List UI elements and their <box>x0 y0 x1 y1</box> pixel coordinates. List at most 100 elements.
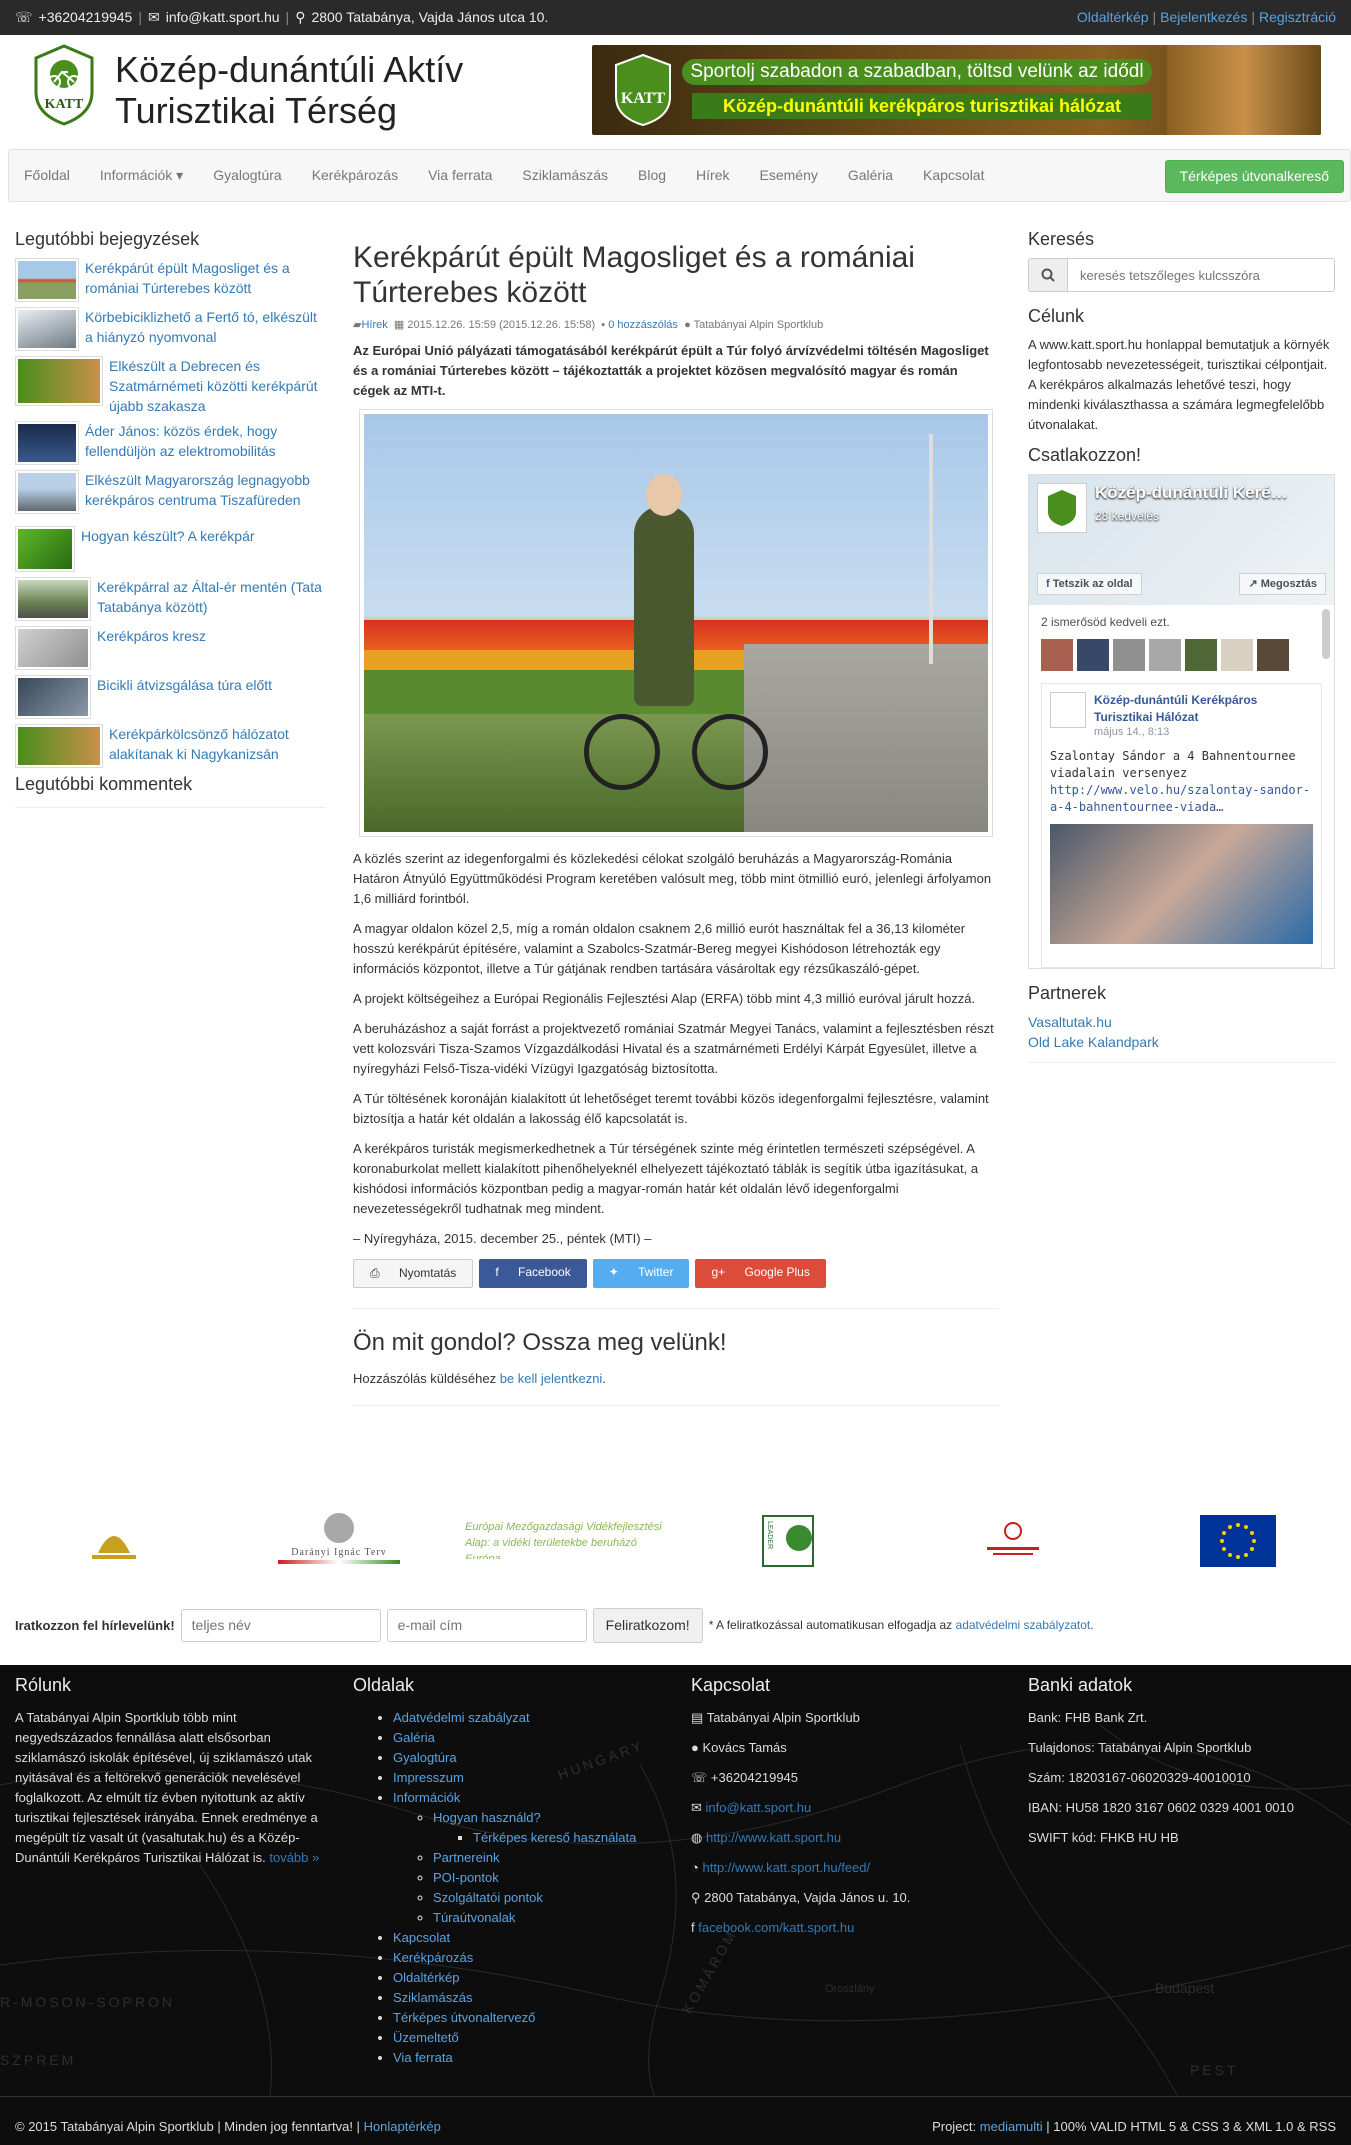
article-paragraph: A magyar oldalon közel 2,5, míg a román … <box>353 921 966 976</box>
footer-page-link[interactable]: POI-pontok <box>433 1870 499 1885</box>
footer-page-link[interactable]: Üzemeltető <box>393 2030 459 2045</box>
eafrd-logo[interactable]: Európai Mezőgazdasági Vidékfejlesztési A… <box>465 1519 665 1559</box>
nav-home[interactable]: Főoldal <box>9 150 85 201</box>
nav-events[interactable]: Esemény <box>745 150 833 201</box>
site-title[interactable]: Közép-dunántúli Aktív Turisztikai Térség <box>115 49 463 131</box>
search-group <box>1028 258 1335 292</box>
twitter-share-button[interactable]: ✦ Twitter <box>592 1259 690 1288</box>
fb-share-button[interactable]: ↗ Megosztás <box>1239 573 1326 595</box>
top-email[interactable]: info@katt.sport.hu <box>166 9 280 26</box>
footer-email-link[interactable]: info@katt.sport.hu <box>706 1800 812 1815</box>
recent-post[interactable]: Kerékpárral az Által-ér mentén (Tata Tat… <box>15 577 325 621</box>
search-icon[interactable] <box>1028 258 1067 292</box>
leader-logo[interactable]: LEADER <box>762 1515 814 1567</box>
login-link[interactable]: Bejelentkezés <box>1160 9 1247 25</box>
footer-rss-link[interactable]: http://www.katt.sport.hu/feed/ <box>702 1860 870 1875</box>
footer-page-link[interactable]: Partnereink <box>433 1850 499 1865</box>
fb-scrollbar[interactable] <box>1322 609 1330 659</box>
print-button[interactable]: ⎙ Nyomtatás <box>353 1259 474 1288</box>
register-link[interactable]: Regisztráció <box>1259 9 1336 25</box>
footer-page-link[interactable]: Információk <box>393 1790 460 1805</box>
search-title: Keresés <box>1028 229 1095 249</box>
footer-page-link[interactable]: Via ferrata <box>393 2050 453 2065</box>
login-to-comment-link[interactable]: be kell jelentkezni <box>500 1371 603 1386</box>
recent-post[interactable]: Kerékpárút épült Magosliget és a románia… <box>15 258 325 302</box>
map-route-planner-button[interactable]: Térképes útvonalkereső <box>1164 160 1344 193</box>
sitemap-link[interactable]: Oldaltérkép <box>1077 9 1149 25</box>
fb-post-link[interactable]: http://www.velo.hu/szalontay-sandor-a-4-… <box>1050 782 1313 816</box>
fb-page-avatar[interactable] <box>1037 483 1087 533</box>
fb-post-author[interactable]: Közép-dunántúli Kerékpáros Turisztikai H… <box>1094 692 1313 726</box>
top-phone: +36204219945 <box>38 9 133 25</box>
footer-page-link[interactable]: Impresszum <box>393 1770 464 1785</box>
footer-page-link[interactable]: Szolgáltatói pontok <box>433 1890 543 1905</box>
footer-page-link[interactable]: Térképes útvonaltervező <box>393 2010 535 2025</box>
fb-post-date[interactable]: május 14., 8:13 <box>1094 726 1313 738</box>
nav-info[interactable]: Információk ▾ <box>85 150 198 201</box>
footer-page-link[interactable]: Adatvédelmi szabályzat <box>393 1710 530 1725</box>
recent-post[interactable]: Kerékpáros kresz <box>15 626 325 670</box>
nav-blog[interactable]: Blog <box>623 150 681 201</box>
footer-page-link[interactable]: Kerékpározás <box>393 1950 473 1965</box>
footer-page-link[interactable]: Oldaltérkép <box>393 1970 459 1985</box>
recent-post[interactable]: Körbebiciklizhető a Fertő tó, elkészült … <box>15 307 325 351</box>
nav-news[interactable]: Hírek <box>681 150 744 201</box>
newsletter-email-input[interactable] <box>386 1608 587 1642</box>
footer-page-link[interactable]: Gyalogtúra <box>393 1750 457 1765</box>
sitemap-footer-link[interactable]: Honlaptérkép <box>364 2119 441 2134</box>
footer-page-link[interactable]: Hogyan használd? <box>433 1810 541 1825</box>
fb-post: Közép-dunántúli Kerékpáros Turisztikai H… <box>1041 683 1322 968</box>
partner-link[interactable]: Old Lake Kalandpark <box>1028 1032 1335 1052</box>
eu-flag-logo[interactable] <box>1200 1515 1276 1567</box>
recent-post[interactable]: Kerékpárkölcsönző hálózatot alakítanak k… <box>15 724 325 768</box>
nav-contact[interactable]: Kapcsolat <box>908 150 999 201</box>
footer-facebook-link[interactable]: facebook.com/katt.sport.hu <box>698 1920 854 1935</box>
briefcase-icon: ▤ <box>691 1710 704 1725</box>
fb-like-button[interactable]: f Tetszik az oldal <box>1037 573 1142 595</box>
daranyi-ignac-logo[interactable]: Darányi Ignác Terv <box>278 1513 400 1571</box>
mediamulti-link[interactable]: mediamulti <box>980 2119 1043 2134</box>
article-photo[interactable] <box>359 409 993 837</box>
privacy-policy-link[interactable]: adatvédelmi szabályzatot <box>956 1618 1091 1632</box>
read-more-link[interactable]: tovább » <box>269 1850 319 1865</box>
facebook-share-button[interactable]: f Facebook <box>479 1259 587 1288</box>
footer-page-link[interactable]: Túraútvonalak <box>433 1910 515 1925</box>
partners-title: Partnerek <box>1028 983 1107 1003</box>
footer-page-link[interactable]: Kapcsolat <box>393 1930 450 1945</box>
fb-page-name[interactable]: Közép-dunántúli Keré… <box>1095 483 1288 503</box>
svg-text:Oroszlány: Oroszlány <box>825 1983 875 1995</box>
subscribe-button[interactable]: Feliratkozom! <box>592 1607 703 1643</box>
banner-photo <box>1167 45 1321 135</box>
googleplus-share-button[interactable]: g+ Google Plus <box>695 1259 826 1288</box>
header-banner[interactable]: KATT Sportolj szabadon a szabadban, tölt… <box>592 45 1321 135</box>
site-logo[interactable]: KATT <box>30 44 98 126</box>
nav-climbing[interactable]: Sziklamászás <box>507 150 623 201</box>
recent-post[interactable]: Elkészült Magyarország legnagyobb kerékp… <box>15 470 325 514</box>
comment-section-title: Ön mit gondol? Ossza meg velünk! <box>353 1329 727 1356</box>
article-category[interactable]: Hírek <box>361 319 387 331</box>
twitter-icon: ✦ <box>608 1265 619 1279</box>
article-comments-link[interactable]: 0 hozzászólás <box>608 319 678 331</box>
recent-post[interactable]: Bicikli átvizsgálása túra előtt <box>15 675 325 719</box>
recent-post[interactable]: Elkészült a Debrecen és Szatmárnémeti kö… <box>15 356 325 416</box>
nav-gallery[interactable]: Galéria <box>833 150 908 201</box>
nav-cycling[interactable]: Kerékpározás <box>297 150 413 201</box>
globe-icon: ◍ <box>691 1830 703 1845</box>
fb-post-image[interactable] <box>1050 824 1313 944</box>
nav-hiking[interactable]: Gyalogtúra <box>198 150 296 201</box>
article-lead: Az Európai Unió pályázati támogatásából … <box>353 343 989 398</box>
footer-page-link[interactable]: Sziklamászás <box>393 1990 472 2005</box>
newsletter-name-input[interactable] <box>180 1608 381 1642</box>
recent-post[interactable]: Hogyan készült? A kerékpár <box>15 526 325 572</box>
footer-page-link[interactable]: Térképes kereső használata <box>473 1830 636 1845</box>
nav-via-ferrata[interactable]: Via ferrata <box>413 150 507 201</box>
partner-link[interactable]: Vasaltutak.hu <box>1028 1012 1335 1032</box>
footer-bank-title: Banki adatok <box>1028 1675 1133 1695</box>
newsletter-form: Iratkozzon fel hírlevelünk! Feliratkozom… <box>15 1600 1351 1650</box>
footer-page-link[interactable]: Galéria <box>393 1730 435 1745</box>
footer-website-link[interactable]: http://www.katt.sport.hu <box>706 1830 841 1845</box>
recent-post[interactable]: Áder János: közös érdek, hogy fellendülj… <box>15 421 325 465</box>
search-input[interactable] <box>1067 258 1335 292</box>
sponsor-logo[interactable] <box>88 1515 140 1563</box>
sponsor-logo[interactable] <box>985 1517 1041 1567</box>
